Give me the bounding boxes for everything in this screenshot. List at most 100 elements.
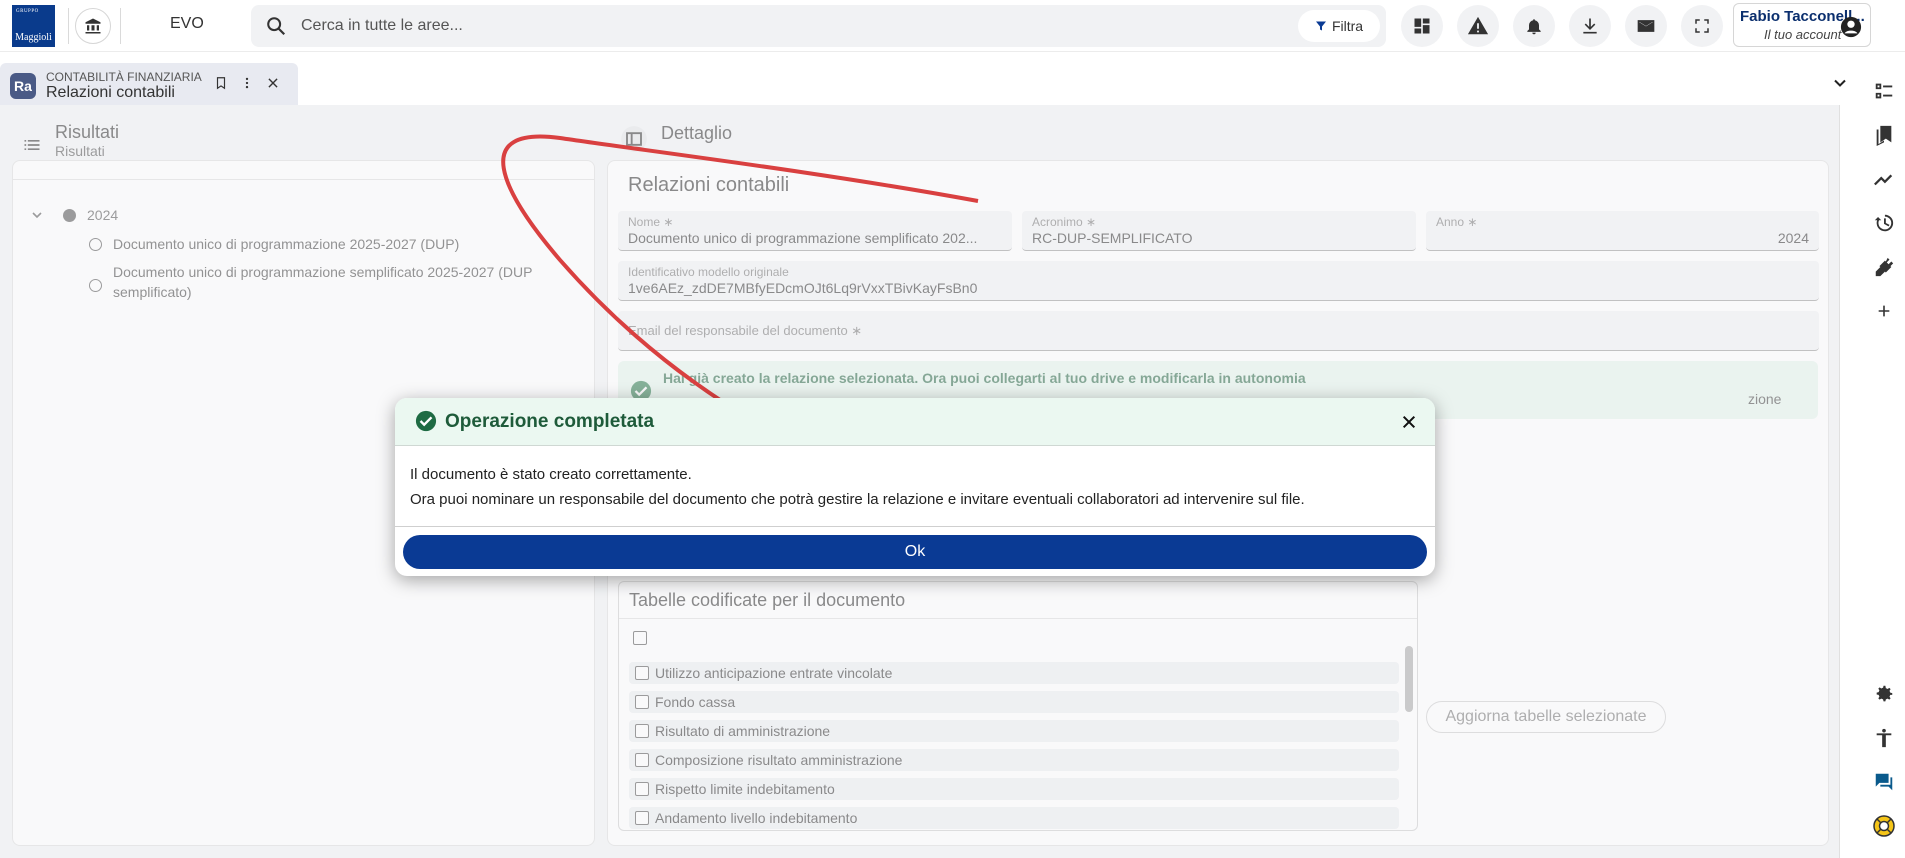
dialog-message-line-2: Ora puoi nominare un responsabile del do… bbox=[410, 491, 1305, 508]
plugins-rail-button[interactable] bbox=[1872, 255, 1896, 279]
row-checkbox[interactable] bbox=[635, 666, 649, 680]
nome-value: Documento unico di programmazione sempli… bbox=[628, 230, 978, 246]
bookmark-icon[interactable] bbox=[214, 76, 228, 90]
id-field[interactable]: Identificativo modello originale 1ve6AEz… bbox=[618, 261, 1819, 301]
row-label: Andamento livello indebitamento bbox=[655, 810, 858, 826]
support-rail-button[interactable] bbox=[1872, 814, 1896, 838]
row-label: Utilizzo anticipazione entrate vincolate bbox=[655, 665, 893, 681]
filter-button[interactable]: Filtra bbox=[1298, 10, 1380, 42]
logo-text: Maggioli bbox=[15, 32, 52, 43]
ok-button[interactable]: Ok bbox=[403, 535, 1427, 569]
nome-field[interactable]: Nome ∗ Documento unico di programmazione… bbox=[618, 211, 1012, 251]
trend-rail-button[interactable] bbox=[1872, 167, 1896, 191]
row-label: Risultato di amministrazione bbox=[655, 723, 831, 739]
global-search[interactable]: Cerca in tutte le aree... Filtra bbox=[251, 5, 1386, 47]
update-tables-button[interactable]: Aggiorna tabelle selezionate bbox=[1426, 701, 1666, 733]
dialog-close-button[interactable] bbox=[1397, 410, 1421, 434]
filter-label: Filtra bbox=[1331, 18, 1364, 34]
row-checkbox[interactable] bbox=[635, 811, 649, 825]
scrollbar[interactable] bbox=[1405, 646, 1413, 712]
settings-rail-button[interactable] bbox=[1872, 682, 1896, 706]
divider bbox=[395, 526, 1435, 527]
tab-relazioni-contabili[interactable]: Ra CONTABILITÀ FINANZIARIA Relazioni con… bbox=[0, 63, 298, 105]
table-row[interactable]: Fondo cassa bbox=[629, 691, 1399, 713]
tree-node-radio[interactable] bbox=[63, 209, 76, 222]
add-rail-button[interactable] bbox=[1872, 299, 1896, 323]
detail-title: Relazioni contabili bbox=[628, 174, 790, 196]
dashboard-button[interactable] bbox=[1401, 5, 1443, 47]
notifications-button[interactable] bbox=[1513, 5, 1555, 47]
acronimo-field[interactable]: Acronimo ∗ RC-DUP-SEMPLIFICATO bbox=[1022, 211, 1416, 251]
chevron-down-icon[interactable] bbox=[1830, 73, 1850, 93]
divider bbox=[619, 618, 1417, 619]
messages-button[interactable] bbox=[1625, 5, 1667, 47]
app-badge: Ra bbox=[10, 73, 36, 99]
id-value: 1ve6AEz_zdDE7MBfyEDcmOJt6Lq9rVxxTBivKayF… bbox=[628, 280, 978, 296]
anno-value: 2024 bbox=[1777, 230, 1809, 246]
acronimo-value: RC-DUP-SEMPLIFICATO bbox=[1032, 230, 1193, 246]
table-row[interactable]: Andamento livello indebitamento bbox=[629, 807, 1399, 829]
row-checkbox[interactable] bbox=[635, 724, 649, 738]
mail-icon bbox=[1637, 20, 1655, 32]
row-checkbox[interactable] bbox=[635, 753, 649, 767]
downloads-button[interactable] bbox=[1569, 5, 1611, 47]
fullscreen-button[interactable] bbox=[1681, 5, 1723, 47]
tree-year[interactable]: 2024 bbox=[87, 207, 118, 223]
sidebar-toggle-icon[interactable] bbox=[620, 125, 648, 153]
account-menu[interactable]: Fabio Tacconell... Il tuo account bbox=[1733, 3, 1871, 47]
email-field[interactable]: Email del responsabile del documento ∗ bbox=[618, 311, 1819, 351]
accessibility-rail-button[interactable] bbox=[1872, 726, 1896, 750]
tree-item[interactable]: Documento unico di programmazione 2025-2… bbox=[113, 234, 583, 254]
close-icon[interactable] bbox=[266, 76, 280, 90]
right-rail bbox=[1862, 52, 1905, 858]
warning-icon bbox=[1467, 16, 1489, 35]
row-checkbox[interactable] bbox=[635, 695, 649, 709]
app-name[interactable]: EVO bbox=[170, 15, 204, 33]
chat-icon bbox=[1875, 773, 1893, 791]
download-icon bbox=[1583, 18, 1597, 34]
row-label: Fondo cassa bbox=[655, 694, 736, 710]
list-icon[interactable] bbox=[22, 135, 42, 155]
history-rail-button[interactable] bbox=[1872, 211, 1896, 235]
fullscreen-icon bbox=[1695, 19, 1709, 33]
gear-icon bbox=[1876, 685, 1893, 702]
table-row[interactable]: Composizione risultato amministrazione bbox=[629, 749, 1399, 771]
tab-strip: Ra CONTABILITÀ FINANZIARIA Relazioni con… bbox=[0, 63, 1850, 105]
trending-icon bbox=[1874, 174, 1893, 186]
account-subtitle: Il tuo account bbox=[1764, 27, 1842, 42]
search-input[interactable]: Cerca in tutte le aree... bbox=[301, 17, 463, 35]
row-checkbox[interactable] bbox=[635, 782, 649, 796]
bookmarks-rail-button[interactable] bbox=[1872, 123, 1896, 147]
banner-subtitle: zione bbox=[1748, 391, 1782, 407]
accessibility-icon bbox=[1876, 728, 1892, 748]
top-bar: GRUPPO Maggioli EVO Cerca in tutte le ar… bbox=[0, 0, 1905, 52]
tree-item-radio[interactable] bbox=[89, 279, 102, 292]
acronimo-label: Acronimo ∗ bbox=[1032, 215, 1097, 229]
tasks-rail-button[interactable] bbox=[1872, 79, 1896, 103]
plug-icon bbox=[1875, 257, 1894, 277]
divider bbox=[120, 8, 121, 44]
tree-item[interactable]: Documento unico di programmazione sempli… bbox=[113, 262, 583, 302]
anno-field[interactable]: Anno ∗ 2024 bbox=[1426, 211, 1819, 251]
dashboard-icon bbox=[1414, 18, 1430, 34]
maggioli-logo[interactable]: GRUPPO Maggioli bbox=[12, 5, 55, 47]
tree-item-radio[interactable] bbox=[89, 238, 102, 251]
bookmarks-icon bbox=[1876, 125, 1892, 146]
table-row[interactable]: Rispetto limite indebitamento bbox=[629, 778, 1399, 800]
dialog-header: Operazione completata bbox=[395, 398, 1435, 446]
more-vert-icon[interactable] bbox=[240, 76, 254, 90]
alerts-button[interactable] bbox=[1457, 5, 1499, 47]
dialog-title: Operazione completata bbox=[445, 411, 655, 432]
tables-title: Tabelle codificate per il documento bbox=[629, 590, 906, 610]
results-title: Risultati bbox=[55, 122, 120, 142]
table-row[interactable]: Utilizzo anticipazione entrate vincolate bbox=[629, 662, 1399, 684]
chevron-down-icon[interactable] bbox=[29, 207, 45, 223]
select-all-checkbox[interactable] bbox=[633, 631, 647, 645]
institution-button[interactable] bbox=[75, 8, 111, 44]
table-row[interactable]: Risultato di amministrazione bbox=[629, 720, 1399, 742]
avatar-icon bbox=[1840, 16, 1862, 38]
success-dialog: Operazione completata Il documento è sta… bbox=[395, 398, 1435, 576]
chat-rail-button[interactable] bbox=[1872, 770, 1896, 794]
plus-icon bbox=[1878, 305, 1890, 317]
tables-card: Tabelle codificate per il documento Util… bbox=[618, 581, 1418, 831]
